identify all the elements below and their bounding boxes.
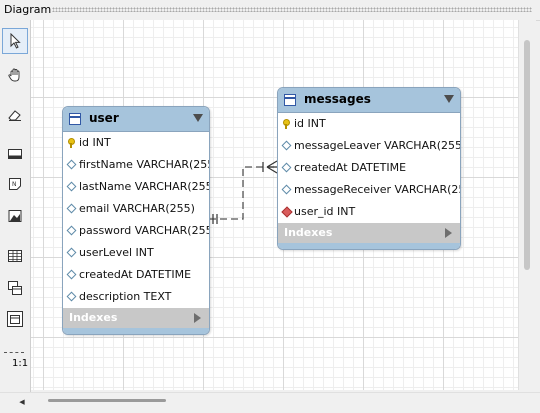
select-pointer-tool[interactable] (2, 28, 28, 54)
field-label: id INT (79, 136, 111, 149)
field-label: user_id INT (294, 205, 356, 218)
horizontal-scrollbar[interactable]: ◀ (0, 392, 540, 413)
indexes-section[interactable]: Indexes (63, 308, 209, 328)
indexes-label: Indexes (284, 226, 333, 239)
column-diamond-icon (282, 185, 290, 193)
entity-header[interactable]: messages (278, 88, 460, 113)
column-diamond-icon (67, 270, 75, 278)
panel-drag-grip[interactable] (52, 7, 532, 12)
note-icon: N (9, 178, 21, 190)
entity-header[interactable]: user (63, 107, 209, 132)
column-diamond-icon (282, 141, 290, 149)
expand-arrow-icon[interactable] (445, 228, 452, 238)
collapse-triangle-icon[interactable] (444, 95, 454, 103)
field-label: password VARCHAR(255) (79, 224, 210, 237)
horizontal-scroll-thumb[interactable] (48, 399, 166, 402)
field-row[interactable]: createdAt DATETIME (63, 264, 209, 286)
table-grid-icon (8, 250, 22, 262)
entity-name: user (89, 111, 119, 125)
field-label: id INT (294, 117, 326, 130)
field-label: messageReceiver VARCHAR(255) (294, 183, 461, 196)
scroll-left-arrow-icon[interactable]: ◀ (16, 396, 28, 408)
vertical-scrollbar[interactable] (518, 20, 536, 390)
layer-icon (8, 149, 22, 159)
field-label: userLevel INT (79, 246, 154, 259)
image-tool[interactable] (2, 203, 28, 229)
eraser-tool[interactable] (2, 102, 28, 128)
field-label: description TEXT (79, 290, 172, 303)
entity-user[interactable]: user id INT firstName VARCHAR(255) lastN… (62, 106, 210, 335)
expand-arrow-icon[interactable] (194, 313, 201, 323)
field-row[interactable]: id INT (278, 113, 460, 135)
field-row[interactable]: firstName VARCHAR(255) (63, 154, 209, 176)
field-label: firstName VARCHAR(255) (79, 158, 210, 171)
svg-text:N: N (12, 181, 17, 188)
diagram-canvas[interactable]: user id INT firstName VARCHAR(255) lastN… (31, 20, 518, 390)
field-row[interactable]: createdAt DATETIME (278, 157, 460, 179)
entity-name: messages (304, 92, 371, 106)
field-label: lastName VARCHAR(255) (79, 180, 210, 193)
primary-key-icon (67, 138, 75, 148)
entity-footer (63, 328, 209, 334)
indexes-section[interactable]: Indexes (278, 223, 460, 243)
toolbar-separator (4, 352, 24, 353)
field-row[interactable]: messageReceiver VARCHAR(255) (278, 179, 460, 201)
field-row[interactable]: messageLeaver VARCHAR(255) (278, 135, 460, 157)
view-tool[interactable] (2, 275, 28, 301)
primary-key-icon (282, 119, 290, 129)
field-label: createdAt DATETIME (79, 268, 192, 281)
vertical-scroll-thumb[interactable] (524, 40, 530, 270)
column-diamond-icon (67, 160, 75, 168)
field-label: email VARCHAR(255) (79, 202, 195, 215)
foreign-key-icon (282, 207, 290, 215)
image-icon (8, 210, 22, 222)
field-label: createdAt DATETIME (294, 161, 407, 174)
note-tool[interactable]: N (2, 171, 28, 197)
entity-footer (278, 243, 460, 249)
panel-title: Diagram (4, 3, 52, 16)
column-diamond-icon (67, 204, 75, 212)
routine-group-tool[interactable] (2, 306, 28, 332)
table-tool[interactable] (2, 243, 28, 269)
diagram-toolbar: N 1:1 (0, 20, 31, 392)
field-row[interactable]: lastName VARCHAR(255) (63, 176, 209, 198)
pointer-arrow-icon (10, 33, 21, 49)
table-icon (284, 94, 296, 106)
indexes-label: Indexes (69, 311, 118, 324)
many-crowfoot-mark (266, 160, 278, 174)
eraser-icon (8, 110, 21, 121)
field-row[interactable]: description TEXT (63, 286, 209, 308)
column-diamond-icon (67, 182, 75, 190)
routine-group-icon (7, 311, 23, 327)
field-row[interactable]: email VARCHAR(255) (63, 198, 209, 220)
field-row[interactable]: password VARCHAR(255) (63, 220, 209, 242)
view-icon (8, 281, 22, 295)
layer-tool[interactable] (2, 141, 28, 167)
panel-title-bar: Diagram (0, 0, 540, 21)
collapse-triangle-icon[interactable] (193, 114, 203, 122)
table-icon (69, 113, 81, 125)
column-diamond-icon (67, 292, 75, 300)
hand-icon (8, 68, 20, 82)
field-row[interactable]: userLevel INT (63, 242, 209, 264)
column-diamond-icon (67, 226, 75, 234)
zoom-level-label[interactable]: 1:1 (12, 358, 28, 369)
entity-messages[interactable]: messages id INT messageLeaver VARCHAR(25… (277, 87, 461, 250)
field-label: messageLeaver VARCHAR(255) (294, 139, 461, 152)
hand-pan-tool[interactable] (2, 62, 28, 88)
field-row[interactable]: user_id INT (278, 201, 460, 223)
column-diamond-icon (67, 248, 75, 256)
column-diamond-icon (282, 163, 290, 171)
field-row[interactable]: id INT (63, 132, 209, 154)
